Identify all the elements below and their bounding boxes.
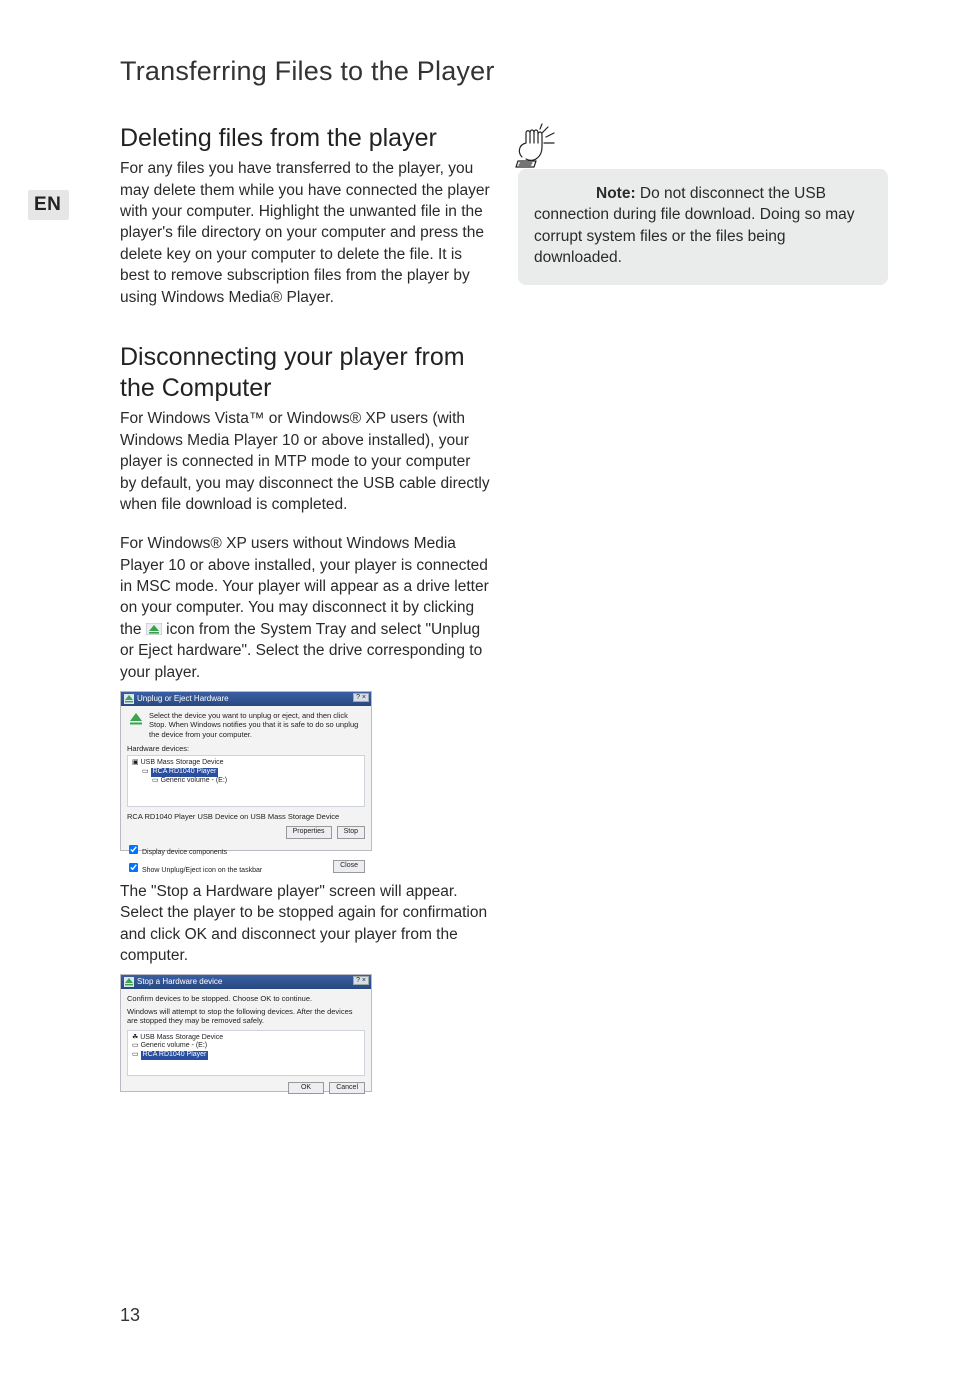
close-button[interactable]: Close (333, 860, 365, 873)
dialog1-tree-line1: USB Mass Storage Device (141, 759, 224, 768)
dialog2-intro2: Windows will attempt to stop the followi… (127, 1007, 365, 1026)
chk-display-components[interactable] (129, 844, 138, 853)
dialog1-title: Unplug or Eject Hardware (121, 692, 371, 706)
page-number: 13 (120, 1305, 140, 1326)
section-disconnect-p2: For Windows® XP users without Windows Me… (120, 533, 490, 683)
ok-button[interactable]: OK (288, 1082, 324, 1095)
dialog1-tree-line2[interactable]: RCA RD1040 Player (151, 768, 219, 777)
section-deleting-title: Deleting files from the player (120, 123, 490, 154)
dialog1-hw-label: Hardware devices: (127, 744, 365, 753)
chk-display-components-label: Display device components (142, 849, 227, 856)
dialog2-item1: USB Mass Storage Device (140, 1034, 223, 1041)
chk-show-icon[interactable] (129, 863, 138, 872)
left-column: Deleting files from the player For any f… (120, 123, 490, 1092)
eject-tray-icon (146, 623, 162, 635)
properties-button[interactable]: Properties (286, 826, 332, 839)
usb-icon: ▣ (132, 759, 139, 768)
eject-icon (124, 694, 134, 704)
section-disconnect-title: Disconnecting your player from the Compu… (120, 342, 490, 405)
dialog1-tree[interactable]: ▣USB Mass Storage Device ▭ RCA RD1040 Pl… (127, 755, 365, 807)
eject-icon (124, 977, 134, 987)
section-disconnect-p1: For Windows Vista™ or Windows® XP users … (120, 408, 490, 515)
note-text: Do not disconnect the USB connection dur… (534, 185, 855, 266)
right-column: xxxxxxxxNote: Do not disconnect the USB … (518, 123, 888, 1092)
dialog1-intro: Select the device you want to unplug or … (149, 711, 365, 739)
dialog1-close-x[interactable]: ? × (353, 693, 369, 702)
section-deleting-body: For any files you have transferred to th… (120, 158, 490, 308)
dialog2-close-x[interactable]: ? × (353, 976, 369, 985)
unplug-eject-dialog: Unplug or Eject Hardware ? × Select the … (120, 691, 372, 851)
note-box: xxxxxxxxNote: Do not disconnect the USB … (518, 169, 888, 285)
stop-hardware-dialog: Stop a Hardware device ? × Confirm devic… (120, 974, 372, 1092)
note-label: Note: (596, 185, 636, 202)
drive-icon: ▭ (132, 1051, 139, 1058)
language-tab-label: EN (34, 194, 61, 215)
cancel-button[interactable]: Cancel (329, 1082, 365, 1095)
dialog1-desc: RCA RD1040 Player USB Device on USB Mass… (127, 812, 365, 821)
drive-icon: ▭ (142, 768, 149, 775)
note-hand-icon (512, 123, 566, 169)
usb-icon: ☘ (132, 1034, 138, 1041)
section-disconnect-p3: The "Stop a Hardware player" screen will… (120, 881, 490, 967)
eject-icon (127, 711, 145, 727)
dialog2-list[interactable]: ☘ USB Mass Storage Device ▭ Generic volu… (127, 1030, 365, 1076)
language-tab: EN (28, 190, 69, 220)
dialog1-tree-line3: Generic volume - (E:) (161, 777, 228, 784)
chapter-title: Transferring Files to the Player (120, 56, 894, 87)
dialog2-item3[interactable]: RCA RD1040 Player (141, 1051, 209, 1060)
volume-icon: ▭ (152, 777, 159, 784)
dialog2-title: Stop a Hardware device (121, 975, 371, 989)
dialog2-item2: Generic volume - (E:) (141, 1042, 208, 1049)
volume-icon: ▭ (132, 1042, 139, 1049)
chk-show-icon-label: Show Unplug/Eject icon on the taskbar (142, 867, 262, 874)
dialog2-intro1: Confirm devices to be stopped. Choose OK… (127, 994, 365, 1003)
section-disconnect-p2-post: icon from the System Tray and select "Un… (120, 621, 482, 681)
stop-button[interactable]: Stop (337, 826, 365, 839)
